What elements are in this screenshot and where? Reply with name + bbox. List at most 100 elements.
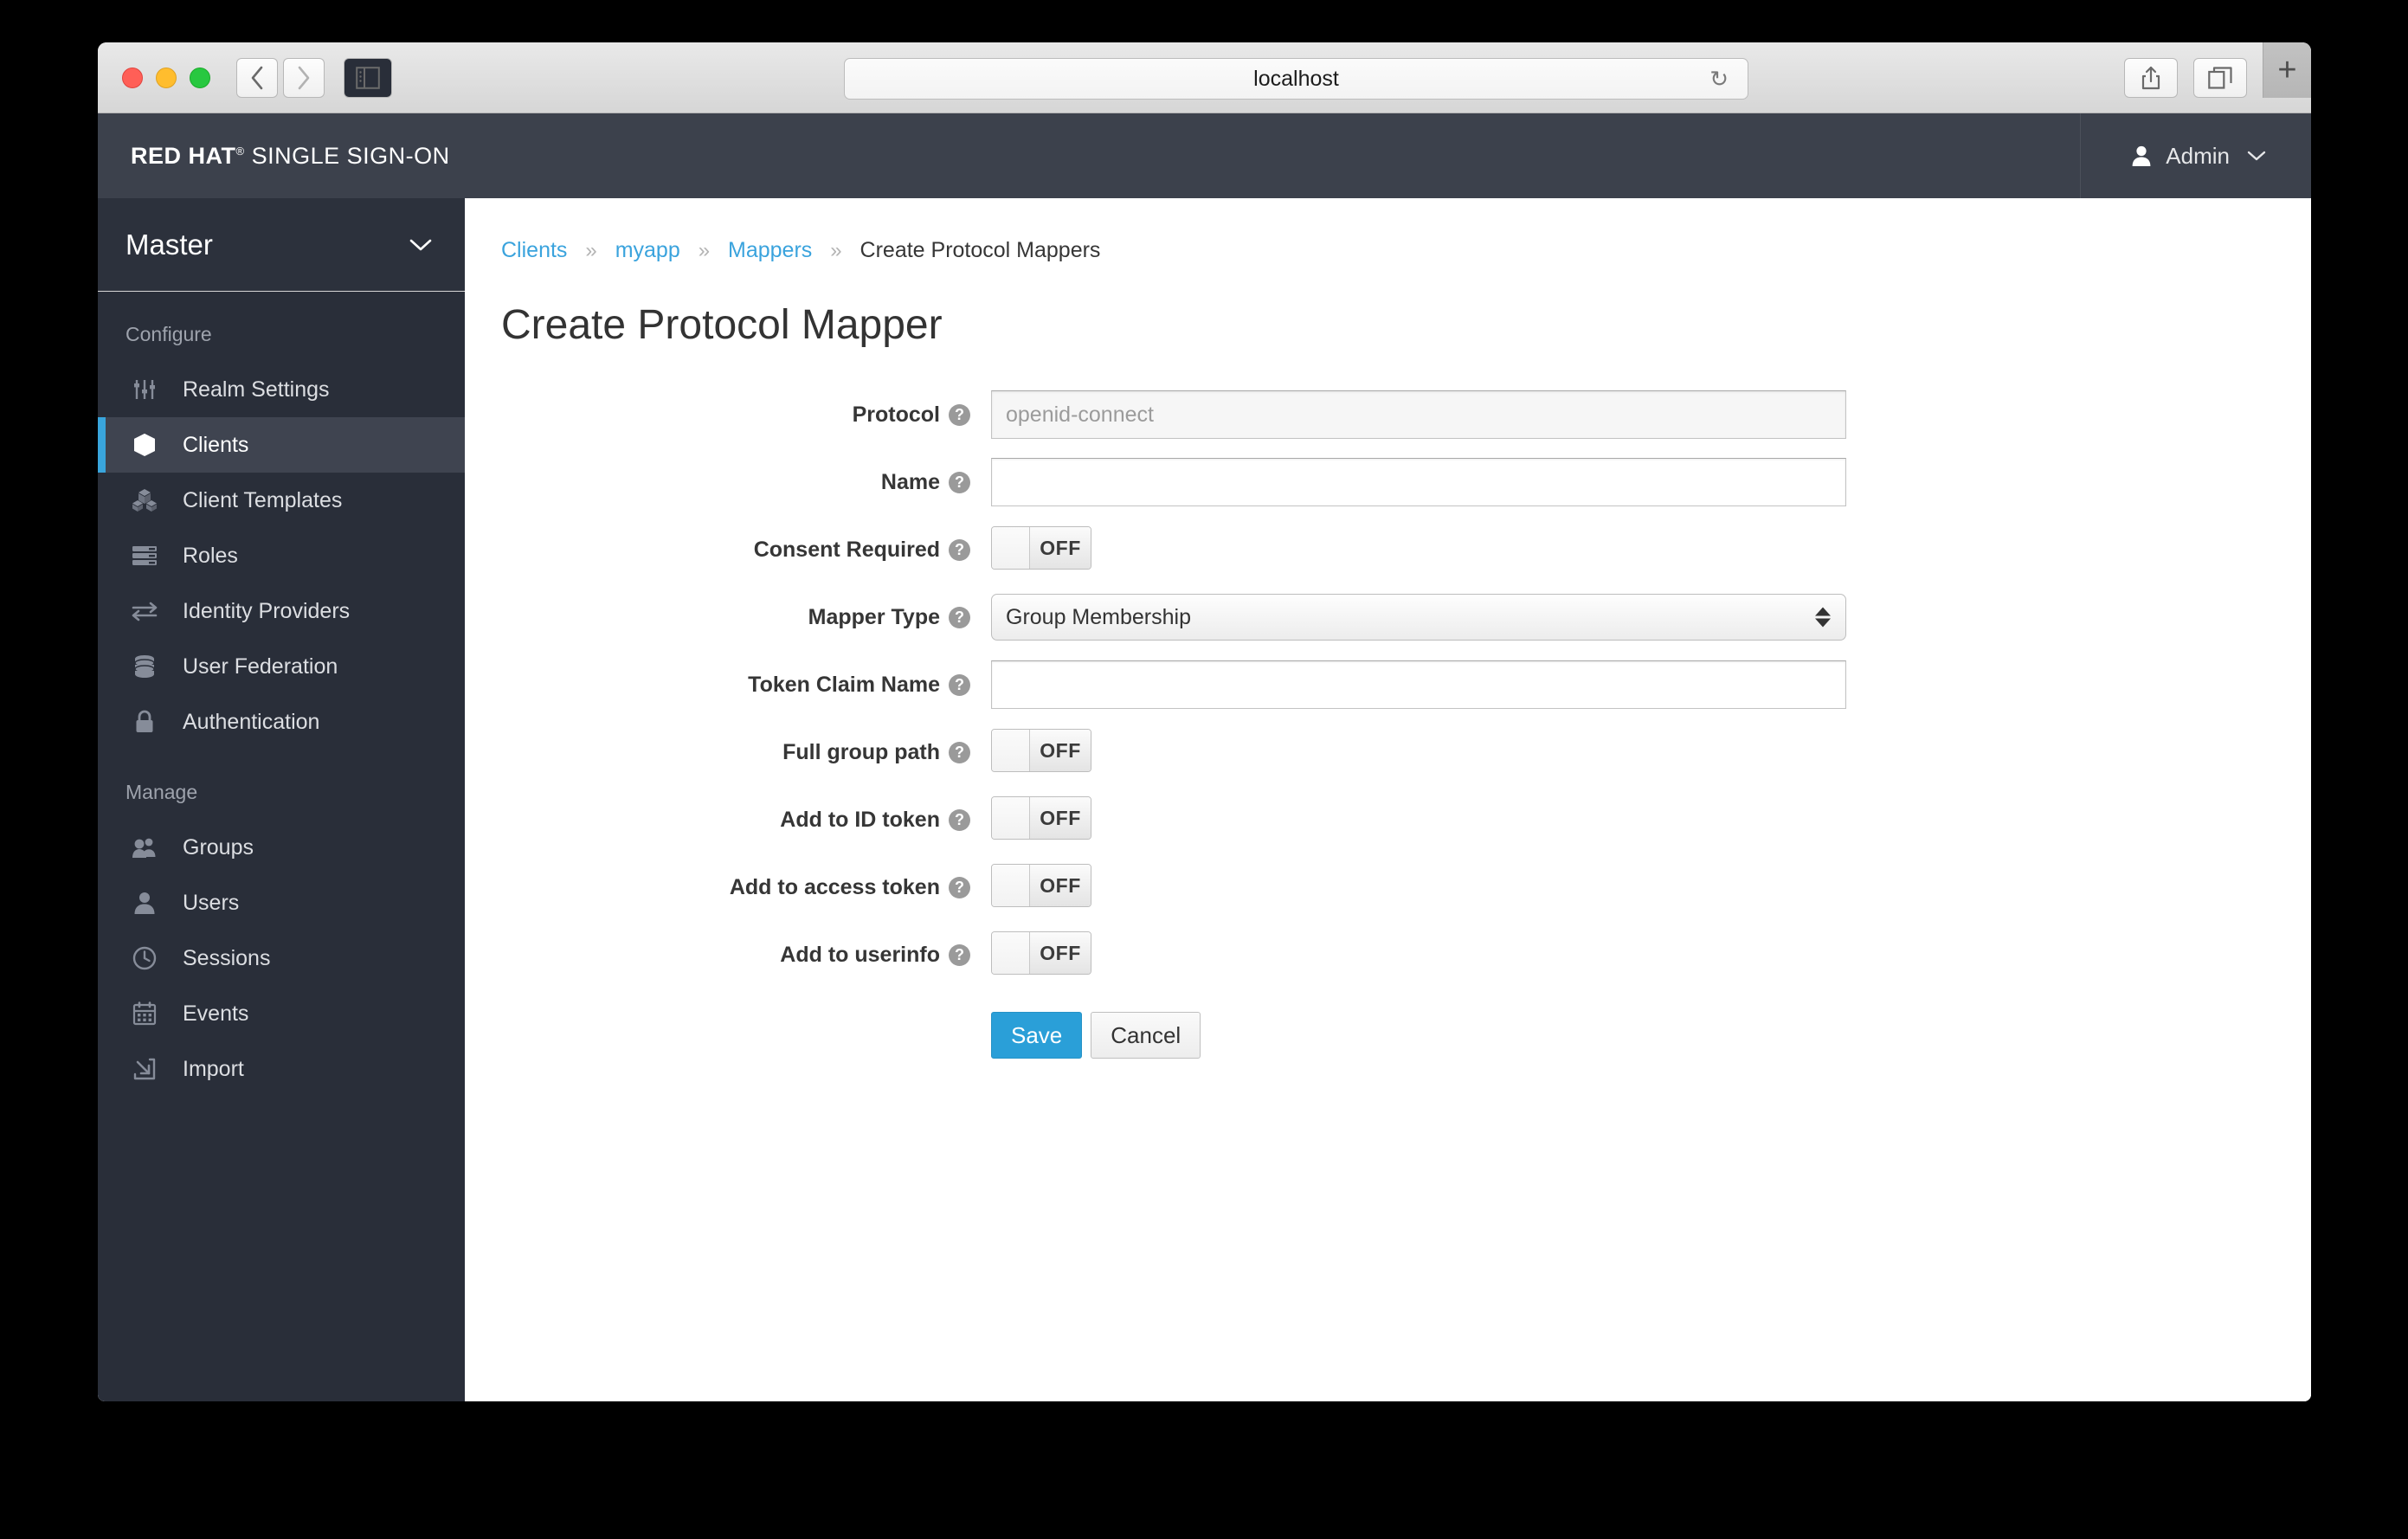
user-menu[interactable]: Admin — [2080, 113, 2311, 198]
sidebar-item-events[interactable]: Events — [98, 986, 465, 1041]
database-icon — [126, 654, 164, 679]
share-icon — [2141, 66, 2160, 90]
field-add-to-id-token: OFF — [991, 796, 2311, 843]
show-tabs-button[interactable] — [2193, 58, 2247, 98]
label-add-to-id-token: Add to ID token ? — [501, 808, 991, 833]
form-row-add-to-userinfo: Add to userinfo ? OFF — [501, 930, 2311, 979]
help-icon[interactable]: ? — [949, 876, 970, 898]
sidebar-item-label: Users — [183, 890, 240, 915]
label-add-to-id-token-text: Add to ID token — [780, 807, 940, 832]
help-icon[interactable]: ? — [949, 673, 970, 696]
sidebar-item-users[interactable]: Users — [98, 875, 465, 930]
maximize-window-button[interactable] — [190, 67, 210, 88]
cube-icon — [126, 432, 164, 458]
field-mapper-type: Group Membership — [991, 594, 2311, 641]
new-tab-button[interactable]: + — [2263, 42, 2311, 98]
sidebar-item-sessions[interactable]: Sessions — [98, 930, 465, 986]
form-row-token-claim-name: Token Claim Name ? — [501, 660, 2311, 709]
sidebar-item-client-templates[interactable]: Client Templates — [98, 473, 465, 528]
toggle-state-label: OFF — [1030, 797, 1091, 839]
toggle-state-label: OFF — [1030, 527, 1091, 569]
label-full-group-path: Full group path ? — [501, 740, 991, 765]
sidebar-item-label: Roles — [183, 543, 238, 568]
label-mapper-type: Mapper Type ? — [501, 605, 991, 630]
show-tabs-icon — [2208, 67, 2232, 89]
label-token-claim-name-text: Token Claim Name — [748, 672, 940, 697]
token-claim-name-input[interactable] — [991, 660, 1846, 709]
sidebar-item-label: Clients — [183, 432, 249, 457]
product-logo[interactable]: RED HAT® SINGLE SIGN-ON — [131, 143, 450, 170]
sidebar-item-realm-settings[interactable]: Realm Settings — [98, 362, 465, 417]
field-add-to-userinfo: OFF — [991, 931, 2311, 978]
realm-name: Master — [126, 228, 213, 261]
app-body: Master Configure Realm Settings Clients … — [98, 198, 2311, 1401]
server-rows-icon — [126, 544, 164, 567]
users-group-icon — [126, 836, 164, 859]
chevron-down-icon — [409, 238, 432, 252]
back-button[interactable] — [236, 57, 278, 98]
sidebar-item-label: Groups — [183, 834, 254, 860]
breadcrumb-item-current: Create Protocol Mappers — [860, 238, 1101, 262]
label-protocol: Protocol ? — [501, 402, 991, 428]
brand-redhat: RED HAT — [131, 142, 236, 169]
forward-button[interactable] — [283, 57, 325, 98]
breadcrumb-item-mappers[interactable]: Mappers — [728, 238, 812, 262]
sidebar-item-import[interactable]: Import — [98, 1041, 465, 1097]
sidebar-item-user-federation[interactable]: User Federation — [98, 639, 465, 694]
breadcrumb: Clients » myapp » Mappers » Create Proto… — [501, 238, 2311, 263]
help-icon[interactable]: ? — [949, 943, 970, 966]
help-icon[interactable]: ? — [949, 538, 970, 561]
label-name: Name ? — [501, 470, 991, 495]
minimize-window-button[interactable] — [156, 67, 177, 88]
breadcrumb-item-myapp[interactable]: myapp — [615, 238, 680, 262]
sidebar-item-groups[interactable]: Groups — [98, 820, 465, 875]
add-to-id-token-toggle[interactable]: OFF — [991, 796, 1091, 840]
label-add-to-userinfo: Add to userinfo ? — [501, 943, 991, 968]
help-icon[interactable]: ? — [949, 471, 970, 493]
consent-required-toggle[interactable]: OFF — [991, 526, 1091, 570]
help-icon[interactable]: ? — [949, 606, 970, 628]
mapper-type-select[interactable]: Group Membership — [991, 594, 1846, 641]
label-mapper-type-text: Mapper Type — [808, 604, 940, 629]
address-bar[interactable]: localhost ↻ — [844, 58, 1748, 100]
label-token-claim-name: Token Claim Name ? — [501, 673, 991, 698]
breadcrumb-item-clients[interactable]: Clients — [501, 238, 567, 262]
add-to-userinfo-toggle[interactable]: OFF — [991, 931, 1091, 975]
help-icon[interactable]: ? — [949, 741, 970, 763]
sidebar-section-configure-title: Configure — [126, 323, 212, 345]
sidebar-item-label: Sessions — [183, 945, 271, 970]
field-protocol — [991, 390, 2311, 439]
field-consent-required: OFF — [991, 526, 2311, 573]
chevron-right-icon — [298, 66, 310, 89]
name-input[interactable] — [991, 458, 1846, 506]
browser-window: localhost ↻ + RED HAT® SINGLE SIGN-ON Ad… — [98, 42, 2311, 1401]
page-viewport: RED HAT® SINGLE SIGN-ON Admin Master Con… — [98, 113, 2311, 1401]
label-add-to-access-token-text: Add to access token — [729, 874, 940, 899]
field-token-claim-name — [991, 660, 2311, 709]
cancel-button[interactable]: Cancel — [1091, 1012, 1201, 1059]
sidebar: Master Configure Realm Settings Clients … — [98, 198, 465, 1401]
add-to-access-token-toggle[interactable]: OFF — [991, 864, 1091, 907]
sidebar-item-label: Authentication — [183, 709, 320, 734]
sidebar-item-clients[interactable]: Clients — [98, 417, 465, 473]
user-icon — [126, 891, 164, 915]
user-menu-label: Admin — [2166, 142, 2230, 169]
toggle-knob — [992, 932, 1030, 974]
brand-product: SINGLE SIGN-ON — [251, 142, 450, 169]
help-icon[interactable]: ? — [949, 808, 970, 831]
help-icon[interactable]: ? — [949, 403, 970, 426]
realm-selector[interactable]: Master — [98, 198, 465, 292]
clock-icon — [126, 946, 164, 970]
full-group-path-toggle[interactable]: OFF — [991, 729, 1091, 772]
close-window-button[interactable] — [122, 67, 143, 88]
reload-icon[interactable]: ↻ — [1709, 68, 1729, 90]
sidebar-item-authentication[interactable]: Authentication — [98, 694, 465, 750]
save-button[interactable]: Save — [991, 1012, 1083, 1059]
app-masthead: RED HAT® SINGLE SIGN-ON Admin — [98, 113, 2311, 198]
share-button[interactable] — [2124, 58, 2178, 98]
toggle-state-label: OFF — [1030, 865, 1091, 906]
sidebar-toggle-button[interactable] — [344, 57, 392, 98]
sidebar-item-roles[interactable]: Roles — [98, 528, 465, 583]
sidebar-item-identity-providers[interactable]: Identity Providers — [98, 583, 465, 639]
sidebar-section-manage-title: Manage — [126, 781, 198, 803]
